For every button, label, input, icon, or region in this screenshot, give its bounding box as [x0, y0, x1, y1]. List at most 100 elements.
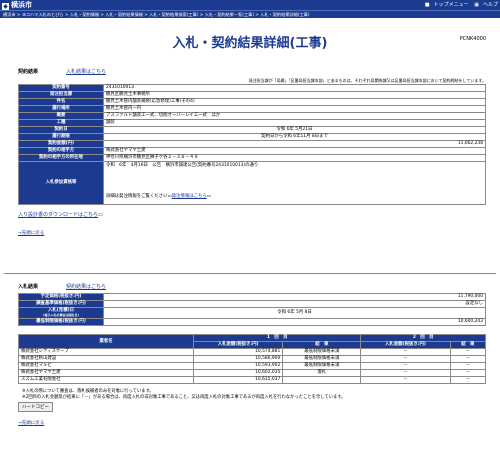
row-value: 株式会社ヤマヤ土建: [103, 147, 486, 155]
city-emblem-icon: ◆: [2, 3, 9, 10]
bid-amount: －: [360, 362, 451, 370]
note-line: ※2回目の入札金額及び結果に「－」がある場合は、再度入札の非対象工事であること、…: [22, 395, 346, 400]
table-row: 契約番号 2431010013: [18, 84, 486, 92]
table-row: 概要 アスファルト舗装工一式、切削オーバーレイ工一式 ほか: [18, 112, 486, 120]
page-code: PCNK4000: [459, 36, 486, 42]
column-header: 1 回 目: [192, 334, 362, 342]
table-header-row: 業者名 1 回 目 2 回 目: [18, 334, 486, 349]
table-row: 株式会社秋山建設 10,586,900 最低制限価格未満－－: [18, 355, 487, 363]
row-value: 契約日から令和 6年11月 8日まで: [103, 133, 486, 141]
participants-detail: 詳細は発注情報をご覧ください: [106, 194, 168, 199]
table-row: 契約金額(円) 11,662,238: [18, 140, 486, 148]
back-to-top-link[interactable]: →先頭に戻る: [18, 421, 44, 426]
row-value: 2431010013: [103, 84, 486, 92]
hardcopy-button[interactable]: ハードコピー: [18, 402, 53, 412]
column-header: 入札金額(税抜き:円): [360, 341, 451, 349]
column-header: 結 果: [449, 341, 487, 349]
participants-line: 令和 6年 4月16日 公告 横浜市調達公告(契約番号2431010013)の通…: [106, 163, 259, 168]
bid-amount: 10,602,035: [192, 369, 284, 377]
bid-result: 落札: [282, 369, 362, 377]
bid-amount: 10,574,881: [192, 348, 284, 356]
bidders-table: 業者名 1 回 目 2 回 目 入札金額(税抜き:円) 結 果 入札金額(税抜き…: [18, 334, 487, 384]
bid-result: [282, 376, 362, 384]
bid-result: －: [449, 348, 487, 356]
bid-amount: 10,615,037: [192, 376, 284, 384]
row-label: 契約金額(円): [18, 140, 104, 148]
row-label: 調査基準価格(税抜き:円): [18, 300, 104, 308]
row-value: 令和 6年 5月21日: [103, 126, 486, 134]
contract-heading: 契約結果: [18, 69, 39, 75]
contract-table: 契約番号 2431010013 発注担当課 鶴見区鶴見土木事務所 件名 鶴見土木管内舗…: [18, 84, 486, 205]
row-value: 11,790,000: [103, 293, 486, 301]
table-row: スズム工業有限会社 10,615,037 －－: [18, 376, 487, 384]
bidder-name: 株式会社ヤマヤ土建: [18, 369, 194, 377]
row-label: 履行期限: [18, 133, 104, 141]
table-row: 発注担当課 鶴見区鶴見土木事務所: [18, 91, 486, 99]
row-label: 予定価格(税抜き:円): [18, 293, 104, 301]
table-row: 契約の相手方の所在地 神奈川県横浜市鶴見区獅子ケ谷２－３８－４９: [18, 154, 486, 162]
home-icon[interactable]: ■: [425, 2, 430, 8]
column-header: 入札金額(税抜き:円): [192, 341, 284, 349]
bid-section: 入札結果 契約結果はこちら 予定価格(税抜き:円) 11,790,000 調査基準価…: [18, 283, 487, 426]
order-info-link[interactable]: 発注情報はこちら: [172, 194, 207, 199]
row-value: アスファルト舗装工一式、切削オーバーレイ工一式 ほか: [103, 112, 486, 120]
design-download-link[interactable]: 入り設計書のダウンロードはこちら: [18, 212, 98, 218]
bid-amount: －: [360, 376, 451, 384]
bid-result: 最低制限価格未満: [282, 362, 362, 370]
table-row: 履行期限 契約日から令和 6年11月 8日まで: [18, 133, 486, 141]
page-title: 入札・契約結果詳細(工事): [172, 36, 328, 51]
row-label: 契約日: [18, 126, 104, 134]
table-row: 予定価格(税抜き:円) 11,790,000: [18, 293, 486, 301]
row-label: 件名: [18, 98, 104, 106]
table-row: 入札参加資格等 令和 6年 4月16日 公告 横浜市調達公告(契約番号24310…: [18, 161, 486, 205]
table-row: 履行場所 鶴見土木管内一円: [18, 105, 486, 113]
help-icon[interactable]: ▣: [474, 2, 479, 8]
row-label: 入札(見積)日 (電子入札の場合は開札日): [18, 307, 104, 319]
row-label: 契約の相手方の所在地: [18, 154, 104, 162]
row-value: 設定なし: [103, 300, 486, 308]
site-logo[interactable]: ◆ 横浜市: [2, 0, 32, 10]
bid-result: 最低制限価格未満: [282, 348, 362, 356]
row-label: 発注担当課: [18, 91, 104, 99]
bid-heading: 入札結果: [18, 284, 39, 290]
table-row: 件名 鶴見土木管内舗装補修(応急修理)工事(その4): [18, 98, 486, 106]
bid-result: －: [449, 355, 487, 363]
top-menu-link[interactable]: トップメニュー: [434, 2, 469, 8]
breadcrumb[interactable]: 横浜市 > ヨコハマ入札のとびら > 入札・契約情報 > 入札・契約結果情報 >…: [0, 10, 500, 18]
bidder-name: 株式会社シティスケープ: [18, 348, 194, 356]
site-header: ◆ 横浜市 ■ トップメニュー ▣ ヘルプ: [0, 0, 500, 10]
column-header: 結 果: [282, 341, 362, 349]
row-value: 鶴見土木管内一円: [103, 105, 486, 113]
table-row: 株式会社シティスケープ 10,574,881 最低制限価格未満－－: [18, 348, 487, 356]
bid-result-link[interactable]: 入札結果はこちら: [66, 69, 106, 75]
row-value: 鶴見区鶴見土木事務所: [103, 91, 486, 99]
bid-amount: －: [360, 348, 451, 356]
contract-result-link[interactable]: 契約結果はこちら: [66, 284, 106, 290]
header-links: ■ トップメニュー ▣ ヘルプ: [421, 0, 498, 10]
row-label: 履行場所: [18, 105, 104, 113]
participants-cell: 令和 6年 4月16日 公告 横浜市調達公告(契約番号2431010013)の通…: [103, 161, 486, 205]
external-link-icon: ▭: [206, 194, 211, 199]
table-row: 入札(見積)日 (電子入札の場合は開札日) 令和 6年 5月 8日: [18, 307, 486, 319]
table-row: 工種 舗装: [18, 119, 486, 127]
row-value: 神奈川県横浜市鶴見区獅子ケ谷２－３８－４９: [103, 154, 486, 162]
bidder-name: 株式会社マルビ: [18, 362, 194, 370]
row-value: 11,662,238: [103, 140, 486, 148]
row-label: 入札参加資格等: [18, 161, 104, 205]
divider: [4, 273, 496, 274]
bid-result: 最低制限価格未満: [282, 355, 362, 363]
bid-result: －: [449, 369, 487, 377]
help-link[interactable]: ヘルプ: [483, 2, 498, 8]
bid-result: －: [449, 362, 487, 370]
table-row: 株式会社マルビ 10,593,902 最低制限価格未満－－: [18, 362, 487, 370]
contract-section: 契約結果 入札結果はこちら 発注担当課が「局属」「区番局担当課本部」とあるものは、…: [18, 68, 486, 236]
row-label: 工種: [18, 119, 104, 127]
bid-amount: 10,593,902: [192, 362, 284, 370]
row-value: 舗装: [103, 119, 486, 127]
table-row: 契約の相手方 株式会社ヤマヤ土建: [18, 147, 486, 155]
back-to-top-link[interactable]: →先頭に戻る: [18, 231, 44, 236]
row-value: 鶴見土木管内舗装補修(応急修理)工事(その4): [103, 98, 486, 106]
row-label: 契約番号: [18, 84, 104, 92]
row-value: 令和 6年 5月 8日: [103, 307, 486, 319]
bid-amount: －: [360, 355, 451, 363]
